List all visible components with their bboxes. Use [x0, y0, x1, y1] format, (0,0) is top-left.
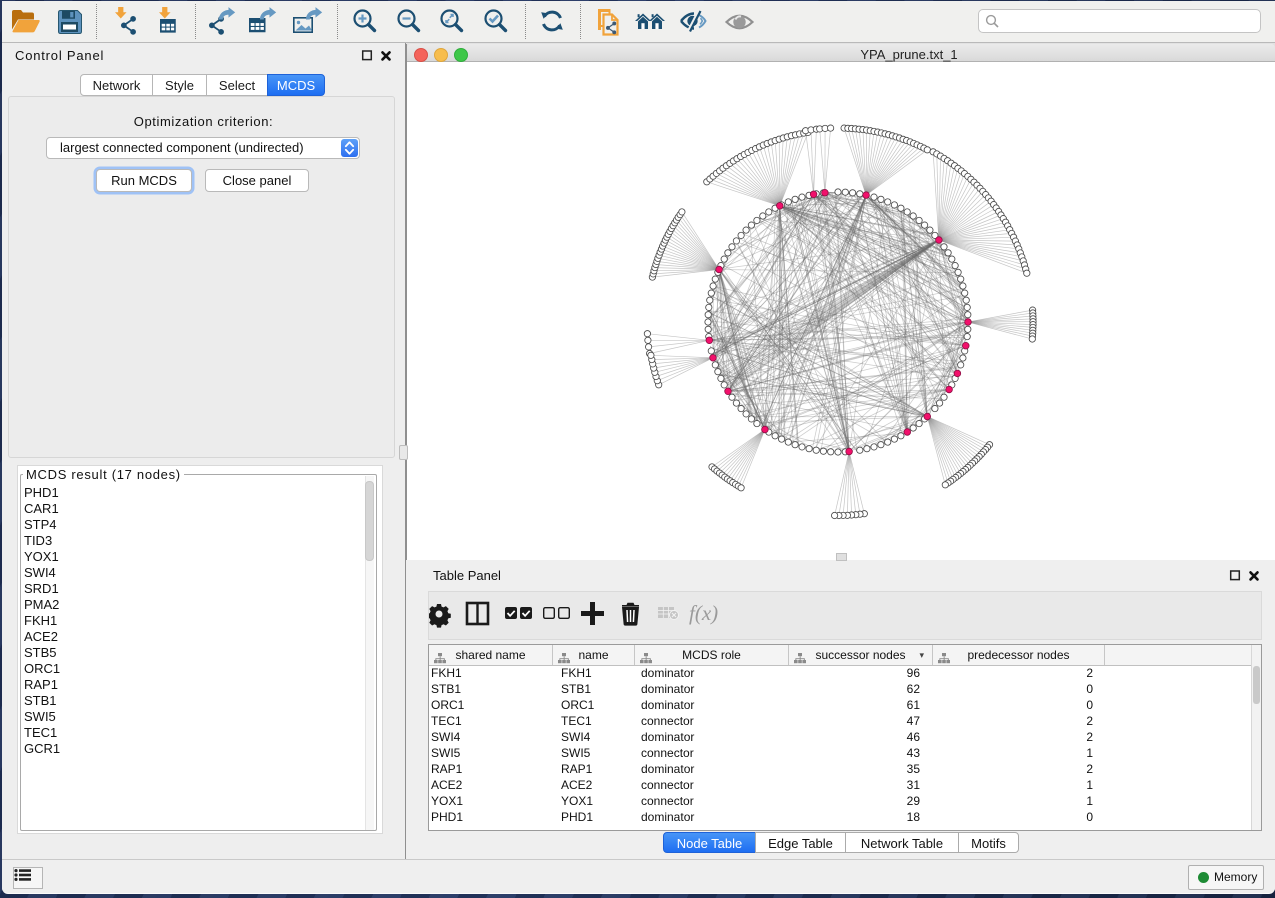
- svg-text:f(x): f(x): [689, 601, 718, 625]
